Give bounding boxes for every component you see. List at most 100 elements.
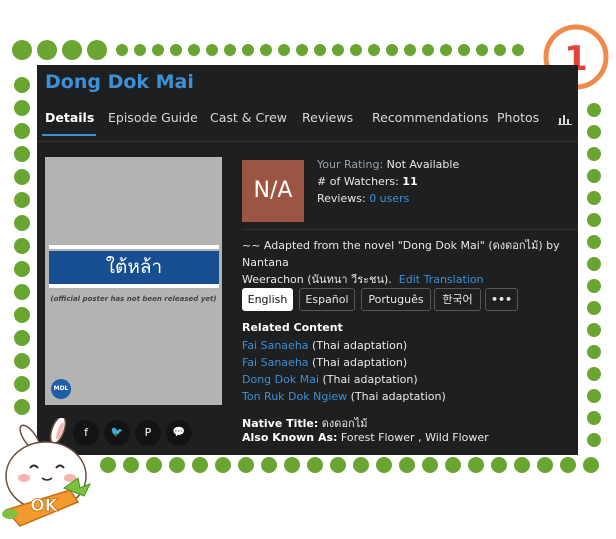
tab-photos[interactable]: Photos (497, 110, 539, 125)
frame-dot (399, 457, 415, 473)
show-panel: Dong Dok Mai Details Episode Guide Cast … (37, 65, 578, 455)
poster-note: (official poster has not been released y… (50, 295, 217, 303)
frame-dot (14, 215, 30, 231)
tab-cast-crew[interactable]: Cast & Crew (210, 110, 287, 125)
frame-dot (587, 301, 601, 315)
native-title-value: ดงดอกไม้ (321, 417, 368, 430)
frame-dot (537, 457, 553, 473)
frame-dot (14, 77, 30, 93)
related-item-note: (Thai adaptation) (350, 390, 446, 403)
comments-icon[interactable]: 💬 (166, 420, 192, 446)
poster-band-text: ใต้หล้า (49, 251, 219, 284)
frame-dot (353, 457, 369, 473)
active-tab-indicator (42, 134, 96, 136)
frame-dot (368, 44, 380, 56)
related-item: Ton Ruk Dok Ngiew (Thai adaptation) (242, 390, 446, 403)
frame-dot (404, 44, 416, 56)
frame-dot (307, 457, 323, 473)
related-item-link[interactable]: Fai Sanaeha (242, 339, 309, 352)
your-rating-value: Not Available (386, 158, 460, 171)
frame-dot (560, 457, 576, 473)
show-title[interactable]: Dong Dok Mai (45, 71, 194, 93)
tab-recommendations[interactable]: Recommendations (372, 110, 488, 125)
frame-dot (14, 307, 30, 323)
poster-band-border-top (49, 245, 219, 249)
frame-dot (261, 457, 277, 473)
frame-dot (458, 44, 470, 56)
related-item-note: (Thai adaptation) (322, 373, 418, 386)
watchers-row: # of Watchers: 11 (317, 175, 418, 188)
frame-dot (587, 367, 601, 381)
frame-dot (587, 103, 601, 117)
frame-dot (587, 323, 601, 337)
related-item-note: (Thai adaptation) (312, 339, 408, 352)
frame-dot (134, 44, 146, 56)
reviews-link[interactable]: 0 users (369, 192, 409, 205)
frame-dot (14, 353, 30, 369)
poster-band-border-bottom (49, 284, 219, 288)
synopsis-line-1: ~~ Adapted from the novel "Dong Dok Mai"… (242, 239, 560, 269)
related-item-link[interactable]: Fai Sanaeha (242, 356, 309, 369)
related-item-link[interactable]: Dong Dok Mai (242, 373, 319, 386)
frame-dot (350, 44, 362, 56)
frame-dot (123, 457, 139, 473)
related-item: Dong Dok Mai (Thai adaptation) (242, 373, 418, 386)
frame-dot (238, 457, 254, 473)
frame-dot (587, 213, 601, 227)
frame-dot (468, 457, 484, 473)
aka-label: Also Known As: (242, 431, 338, 444)
reviews-row: Reviews: 0 users (317, 192, 409, 205)
frame-dot (192, 457, 208, 473)
frame-dot (152, 44, 164, 56)
related-item-link[interactable]: Ton Ruk Dok Ngiew (242, 390, 347, 403)
language-korean-button[interactable]: 한국어 (434, 288, 481, 311)
tab-episode-guide[interactable]: Episode Guide (108, 110, 198, 125)
related-item: Fai Sanaeha (Thai adaptation) (242, 339, 407, 352)
frame-dot (14, 100, 30, 116)
frame-dot (330, 457, 346, 473)
frame-dot (587, 235, 601, 249)
frame-dot (62, 40, 82, 60)
language-spanish-button[interactable]: Español (299, 288, 355, 311)
your-rating-label: Your Rating: (317, 158, 384, 171)
bunny-sticker: OK (2, 418, 92, 527)
pinterest-share-icon[interactable]: P (135, 420, 161, 446)
ok-text: OK (30, 496, 58, 516)
frame-dot (587, 389, 601, 403)
statistics-icon[interactable] (558, 113, 572, 125)
frame-dot (14, 376, 30, 392)
frame-dot (296, 44, 308, 56)
related-item: Fai Sanaeha (Thai adaptation) (242, 356, 407, 369)
poster-image[interactable]: ใต้หล้า (official poster has not been re… (45, 157, 222, 405)
frame-dot (587, 345, 601, 359)
more-languages-button[interactable]: ••• (485, 288, 518, 311)
frame-dot (215, 457, 231, 473)
language-english-button[interactable]: English (242, 288, 293, 311)
frame-dot (583, 457, 599, 473)
frame-dot (587, 433, 601, 447)
frame-dot (206, 44, 218, 56)
frame-dot (260, 44, 272, 56)
frame-dot (14, 238, 30, 254)
frame-dot (587, 191, 601, 205)
watchers-value: 11 (402, 175, 418, 188)
frame-dot (422, 44, 434, 56)
reviews-label: Reviews: (317, 192, 366, 205)
tab-details[interactable]: Details (45, 110, 94, 125)
frame-dot (332, 44, 344, 56)
frame-dot (14, 123, 30, 139)
frame-dot (422, 457, 438, 473)
language-portuguese-button[interactable]: Português (361, 288, 431, 311)
frame-dot (14, 192, 30, 208)
native-title-label: Native Title: (242, 417, 319, 430)
frame-dot (587, 169, 601, 183)
edit-translation-link[interactable]: Edit Translation (399, 273, 484, 286)
twitter-share-icon[interactable]: 🐦 (104, 420, 130, 446)
frame-dot (37, 40, 57, 60)
frame-dot (587, 279, 601, 293)
tab-reviews[interactable]: Reviews (302, 110, 353, 125)
frame-dot (491, 457, 507, 473)
frame-dot (476, 44, 488, 56)
frame-dot (188, 44, 200, 56)
frame-dot (386, 44, 398, 56)
